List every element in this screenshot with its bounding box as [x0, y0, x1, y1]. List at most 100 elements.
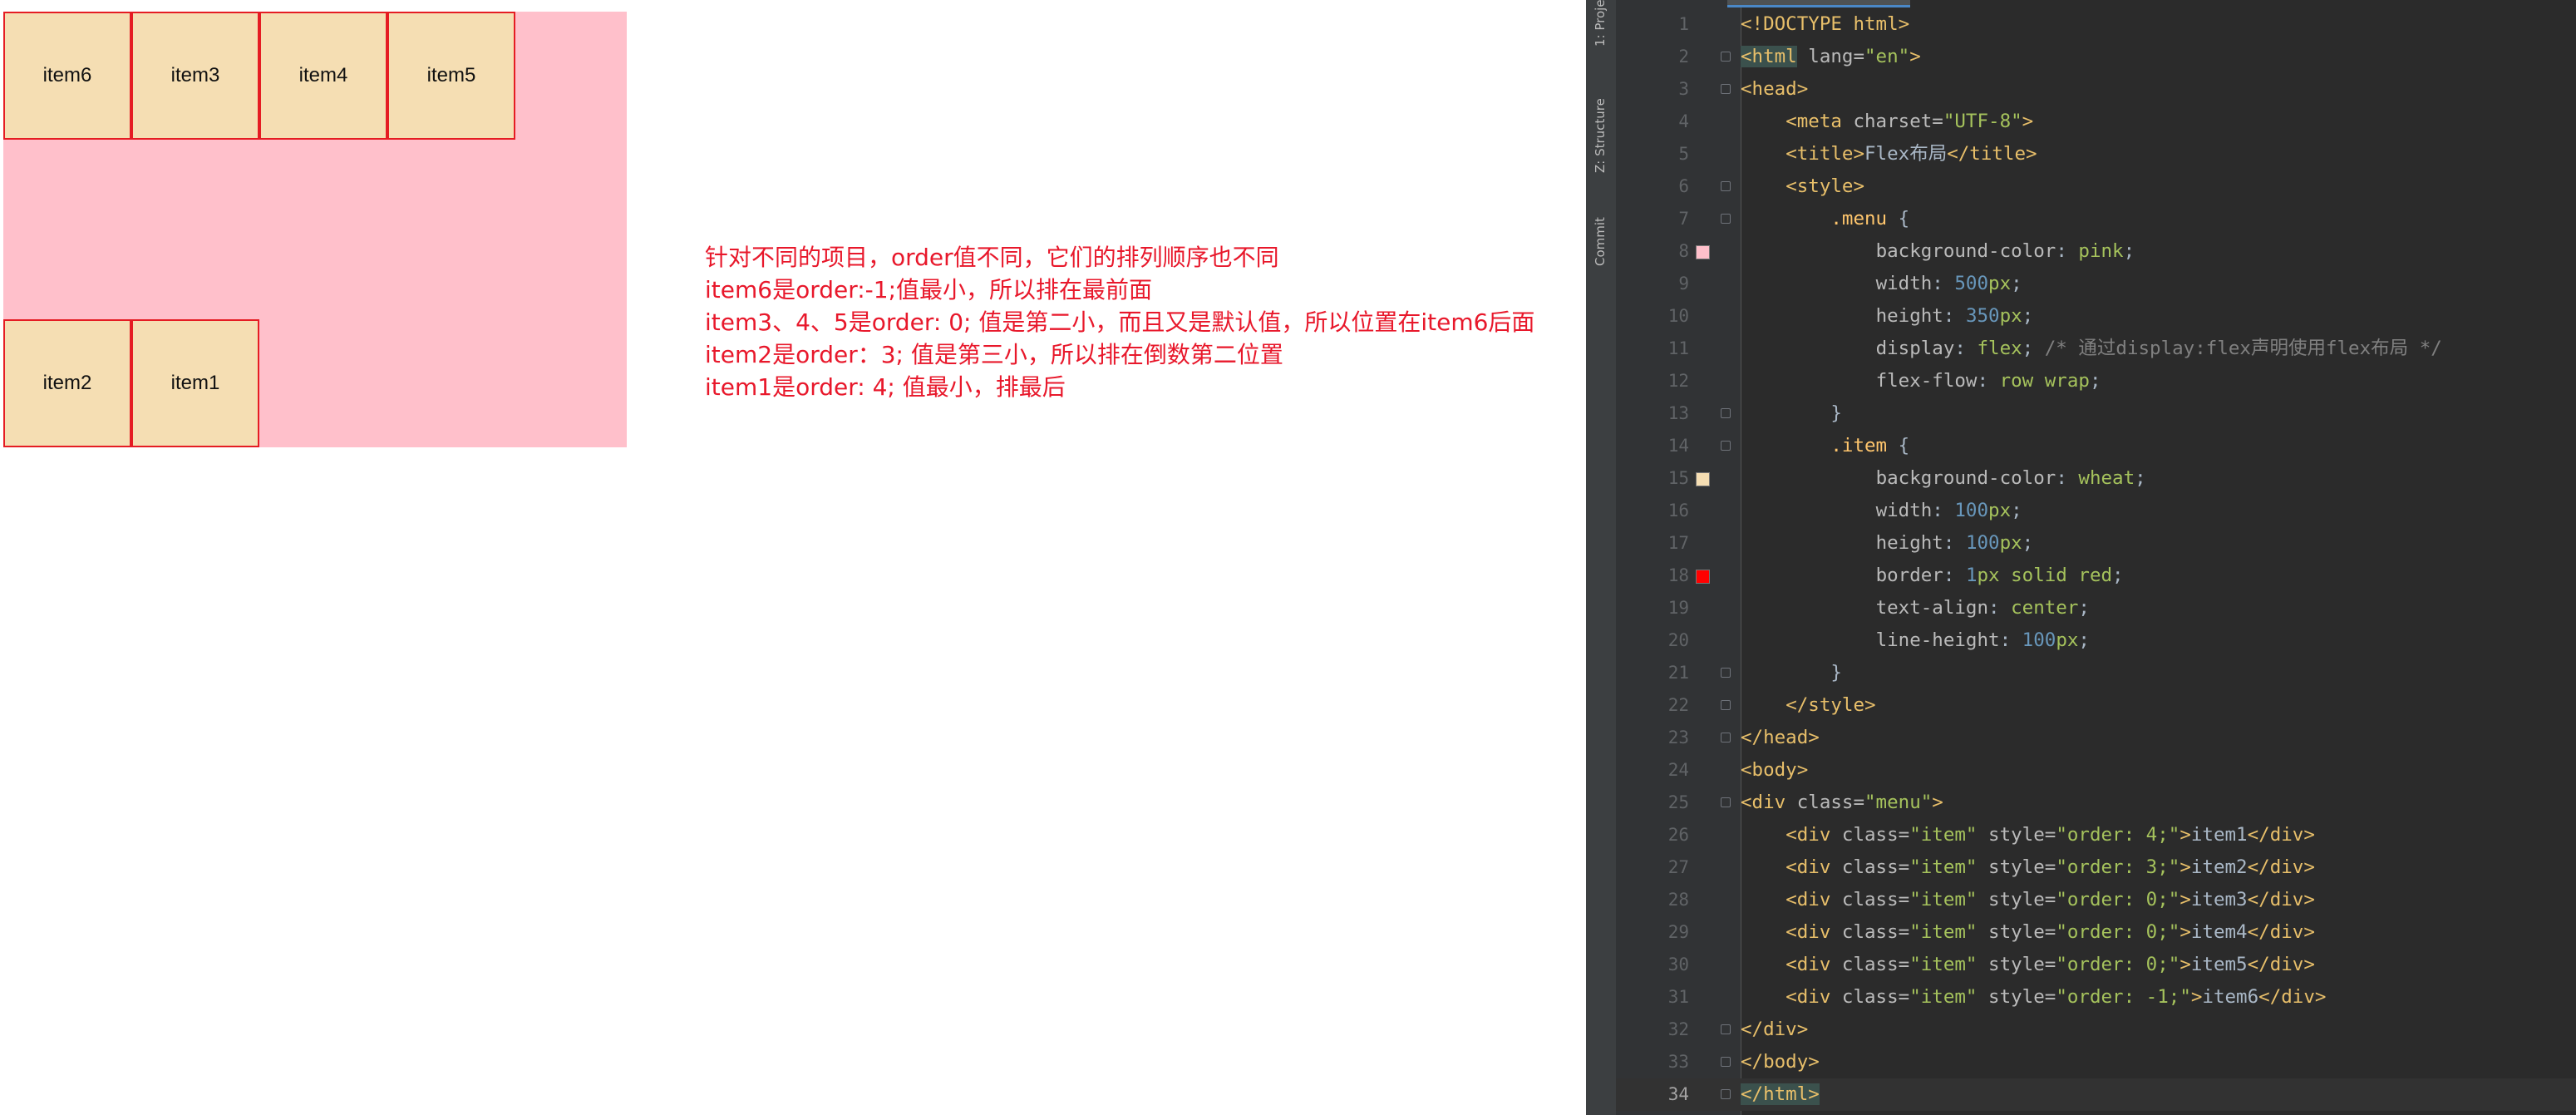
code-token: "order: 4;": [2056, 824, 2180, 846]
code-line[interactable]: 27 <div class="item" style="order: 3;">i…: [1616, 851, 2576, 884]
project-tool-tab[interactable]: 1: Project: [1593, 0, 1608, 47]
fold-marker-icon[interactable]: [1721, 408, 1731, 418]
editor-tab-indicator[interactable]: [1727, 0, 1910, 7]
code-line[interactable]: 15 background-color: wheat;: [1616, 462, 2576, 495]
commit-tool-tab[interactable]: Commit: [1593, 217, 1608, 266]
code-line[interactable]: 30 <div class="item" style="order: 0;">i…: [1616, 949, 2576, 981]
code-line[interactable]: 20 line-height: 100px;: [1616, 624, 2576, 657]
fold-marker-icon[interactable]: [1721, 733, 1731, 743]
fold-marker-icon[interactable]: [1721, 84, 1731, 94]
code-line[interactable]: 11 display: flex; /* 通过display:flex声明使用f…: [1616, 333, 2576, 365]
code-token: ;: [2078, 629, 2090, 651]
code-line[interactable]: 12 flex-flow: row wrap;: [1616, 365, 2576, 397]
code-text: <div class="item" style="order: 0;">item…: [1741, 884, 2315, 916]
fold-marker-icon[interactable]: [1721, 668, 1731, 678]
code-text: background-color: pink;: [1741, 235, 2135, 268]
code-token: </head>: [1741, 727, 1820, 748]
code-line[interactable]: 3 <head>: [1616, 73, 2576, 106]
code-line[interactable]: 7 .menu {: [1616, 203, 2576, 235]
code-token: ;: [2011, 273, 2022, 294]
code-line[interactable]: 14 .item {: [1616, 430, 2576, 462]
flex-item: item5: [387, 12, 515, 140]
fold-marker-icon[interactable]: [1721, 1057, 1731, 1067]
color-preview-icon[interactable]: [1696, 245, 1710, 259]
fold-marker-icon[interactable]: [1721, 1024, 1731, 1034]
code-line[interactable]: 2 <html lang="en">: [1616, 41, 2576, 73]
fold-marker-icon[interactable]: [1721, 181, 1731, 191]
fold-marker-icon[interactable]: [1721, 214, 1731, 224]
code-line[interactable]: 6 <style>: [1616, 170, 2576, 203]
code-token: flex-flow: [1875, 370, 1978, 392]
code-token: style=: [1977, 856, 2056, 878]
code-token: >: [1909, 46, 1921, 67]
code-line[interactable]: 32 </div>: [1616, 1014, 2576, 1046]
code-token: </div>: [2247, 954, 2315, 975]
code-text: </div>: [1741, 1014, 1808, 1046]
code-token: }: [1830, 662, 1842, 683]
code-token: <title>: [1785, 143, 1865, 165]
code-line[interactable]: 19 text-align: center;: [1616, 592, 2576, 624]
code-token: display: [1875, 338, 1955, 359]
color-preview-icon[interactable]: [1696, 570, 1710, 584]
code-text: <div class="item" style="order: 0;">item…: [1741, 949, 2315, 981]
code-line[interactable]: 23 </head>: [1616, 722, 2576, 754]
code-token: </title>: [1947, 143, 2037, 165]
code-line[interactable]: 9 width: 500px;: [1616, 268, 2576, 300]
code-token: "item": [1909, 824, 1978, 846]
code-line[interactable]: 18 border: 1px solid red;: [1616, 560, 2576, 592]
code-line[interactable]: 34 </html>: [1616, 1078, 2576, 1111]
code-line[interactable]: 17 height: 100px;: [1616, 527, 2576, 560]
code-line[interactable]: 21 }: [1616, 657, 2576, 689]
code-editor[interactable]: 1 <!DOCTYPE html> 2 <html lang="en"> 3 <head>…: [1616, 8, 2576, 1111]
code-line[interactable]: 33 </body>: [1616, 1046, 2576, 1078]
code-line[interactable]: 13 }: [1616, 397, 2576, 430]
fold-marker-icon[interactable]: [1721, 52, 1731, 62]
code-token: "UTF-8": [1943, 111, 2022, 132]
code-token: :: [2056, 240, 2079, 262]
code-line[interactable]: 22 </style>: [1616, 689, 2576, 722]
line-number: 27: [1667, 857, 1689, 877]
code-token: item3: [2190, 889, 2248, 910]
code-token: <div: [1785, 921, 1831, 943]
code-line[interactable]: 29 <div class="item" style="order: 0;">i…: [1616, 916, 2576, 949]
note-line: item6是order:-1;值最小，所以排在最前面: [705, 276, 1153, 303]
code-token: :: [1932, 500, 1955, 521]
code-line[interactable]: 4 <meta charset="UTF-8">: [1616, 106, 2576, 138]
code-token: height: [1875, 305, 1943, 327]
fold-marker-icon[interactable]: [1721, 797, 1731, 807]
code-token: ;: [2011, 500, 2022, 521]
code-line[interactable]: 1 <!DOCTYPE html>: [1616, 8, 2576, 41]
code-text: flex-flow: row wrap;: [1741, 365, 2101, 397]
fold-marker-icon[interactable]: [1721, 1089, 1731, 1099]
code-token: style=: [1977, 954, 2056, 975]
fold-marker-icon[interactable]: [1721, 441, 1731, 451]
code-line[interactable]: 26 <div class="item" style="order: 4;">i…: [1616, 819, 2576, 851]
code-line[interactable]: 10 height: 350px;: [1616, 300, 2576, 333]
code-token: :: [1988, 597, 2012, 619]
code-token: style=: [1977, 921, 2056, 943]
structure-tool-tab[interactable]: Z: Structure: [1593, 98, 1608, 173]
code-line[interactable]: 24 <body>: [1616, 754, 2576, 787]
code-line[interactable]: 25 <div class="menu">: [1616, 787, 2576, 819]
flex-item: item4: [259, 12, 387, 140]
color-preview-icon[interactable]: [1696, 472, 1710, 486]
ide-editor-panel: 1: Project Z: Structure Commit 1 <!DOCTYP…: [1586, 0, 2576, 1115]
fold-marker-icon[interactable]: [1721, 700, 1731, 710]
code-token: item5: [2190, 954, 2248, 975]
line-number: 2: [1678, 47, 1689, 67]
line-number: 21: [1667, 663, 1689, 683]
code-token: {: [1887, 435, 1910, 456]
code-token: </div>: [2258, 986, 2327, 1008]
code-line[interactable]: 31 <div class="item" style="order: -1;">…: [1616, 981, 2576, 1014]
code-line[interactable]: 5 <title>Flex布局</title>: [1616, 138, 2576, 170]
code-line[interactable]: 16 width: 100px;: [1616, 495, 2576, 527]
code-token: "item": [1909, 856, 1978, 878]
code-line[interactable]: 28 <div class="item" style="order: 0;">i…: [1616, 884, 2576, 916]
code-line[interactable]: 8 background-color: pink;: [1616, 235, 2576, 268]
